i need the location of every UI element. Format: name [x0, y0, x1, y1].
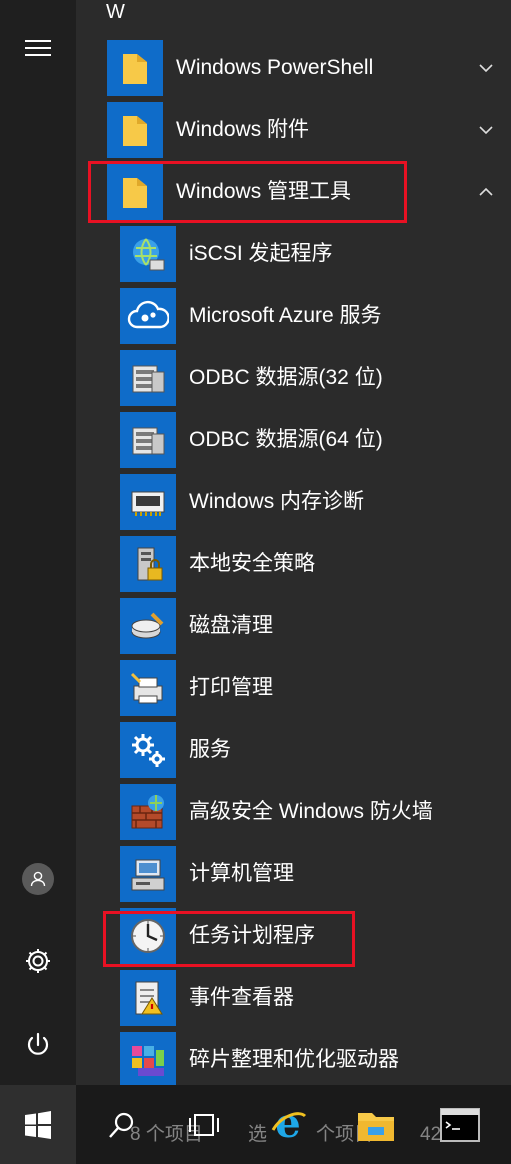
app-item-event-viewer[interactable]: 事件查看器	[76, 967, 511, 1029]
folder-label: Windows PowerShell	[176, 56, 374, 79]
azure-cloud-icon	[120, 288, 176, 344]
firewall-icon	[120, 784, 176, 840]
disk-cleanup-icon	[120, 598, 176, 654]
print-management-icon	[120, 660, 176, 716]
app-label: Windows 内存诊断	[189, 490, 365, 513]
gear-icon	[26, 949, 50, 973]
settings-button[interactable]	[14, 937, 62, 985]
power-button[interactable]	[14, 1021, 62, 1069]
iscsi-globe-icon	[120, 226, 176, 282]
app-item-iscsi-initiator[interactable]: iSCSI 发起程序	[76, 223, 511, 285]
task-view-button[interactable]	[174, 1095, 234, 1155]
app-item-odbc-32[interactable]: ODBC 数据源(32 位)	[76, 347, 511, 409]
app-item-azure-services[interactable]: Microsoft Azure 服务	[76, 285, 511, 347]
app-label: ODBC 数据源(32 位)	[189, 366, 383, 389]
folder-windows-powershell[interactable]: Windows PowerShell	[76, 37, 511, 99]
folder-icon	[107, 102, 163, 158]
chevron-down-icon[interactable]	[477, 59, 495, 77]
app-item-memory-diagnostic[interactable]: Windows 内存诊断	[76, 471, 511, 533]
start-button[interactable]	[0, 1085, 76, 1164]
odbc-database-icon	[120, 412, 176, 468]
app-label: ODBC 数据源(64 位)	[189, 428, 383, 451]
hamburger-icon[interactable]	[14, 24, 62, 72]
user-icon	[22, 863, 54, 895]
chevron-down-icon[interactable]	[477, 121, 495, 139]
chevron-up-icon[interactable]	[477, 183, 495, 201]
app-item-services[interactable]: 服务	[76, 719, 511, 781]
app-item-advanced-firewall[interactable]: 高级安全 Windows 防火墙	[76, 781, 511, 843]
event-viewer-icon	[120, 970, 176, 1026]
folder-windows-accessories[interactable]: Windows 附件	[76, 99, 511, 161]
task-view-icon	[189, 1114, 219, 1136]
app-label: 磁盘清理	[189, 614, 273, 637]
app-label: iSCSI 发起程序	[189, 242, 333, 265]
app-item-defragment-drives[interactable]: 碎片整理和优化驱动器	[76, 1029, 511, 1085]
app-label: 打印管理	[189, 676, 273, 699]
windows-logo-icon	[25, 1110, 51, 1139]
file-explorer-button[interactable]	[346, 1095, 406, 1155]
svg-text:e: e	[275, 1104, 300, 1146]
folder-label: Windows 附件	[176, 118, 310, 141]
app-label: 计算机管理	[189, 862, 294, 885]
start-left-rail	[0, 0, 76, 1085]
file-explorer-icon	[358, 1113, 394, 1141]
power-icon	[27, 1032, 49, 1055]
app-label: 服务	[189, 738, 231, 761]
memory-chip-icon	[120, 474, 176, 530]
folder-icon	[107, 40, 163, 96]
search-button[interactable]	[92, 1095, 152, 1155]
app-label: 碎片整理和优化驱动器	[189, 1048, 399, 1071]
app-label: 事件查看器	[189, 986, 294, 1009]
app-list: W Windows PowerShell Windows 附件 Windows …	[76, 0, 511, 1085]
gears-icon	[120, 722, 176, 778]
search-icon	[109, 1112, 134, 1138]
app-label: 本地安全策略	[189, 552, 315, 575]
app-item-print-management[interactable]: 打印管理	[76, 657, 511, 719]
defrag-icon	[120, 1032, 176, 1085]
section-letter-header[interactable]: W	[106, 0, 125, 24]
highlight-box-admin-tools	[88, 161, 407, 223]
highlight-box-task-scheduler	[103, 911, 355, 967]
internet-explorer-icon: e	[271, 1104, 307, 1146]
computer-management-icon	[120, 846, 176, 902]
app-item-disk-cleanup[interactable]: 磁盘清理	[76, 595, 511, 657]
odbc-database-icon	[120, 350, 176, 406]
security-policy-icon	[120, 536, 176, 592]
command-prompt-button[interactable]	[430, 1095, 490, 1155]
app-item-odbc-64[interactable]: ODBC 数据源(64 位)	[76, 409, 511, 471]
app-item-local-security-policy[interactable]: 本地安全策略	[76, 533, 511, 595]
app-label: Microsoft Azure 服务	[189, 304, 382, 327]
internet-explorer-button[interactable]: e	[258, 1095, 318, 1155]
taskbar: 8 个项目 选 个项目 427 字 e	[0, 1085, 511, 1164]
command-prompt-icon	[440, 1108, 480, 1142]
app-label: 高级安全 Windows 防火墙	[189, 800, 433, 823]
app-item-computer-management[interactable]: 计算机管理	[76, 843, 511, 905]
user-account-button[interactable]	[14, 855, 62, 903]
